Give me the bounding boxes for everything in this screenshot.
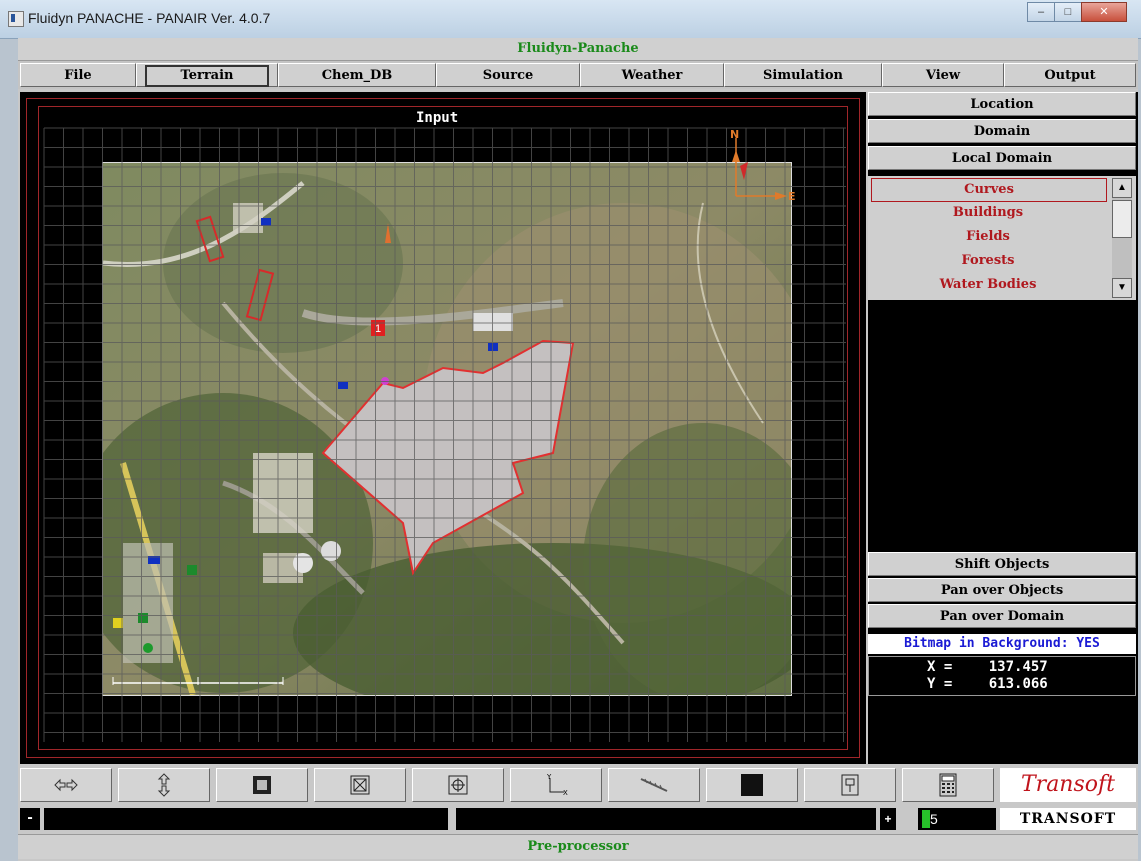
menu-output-label: Output	[1044, 68, 1096, 83]
menu-file-label: File	[64, 68, 92, 83]
cursor-coordinates: X = 137.457 Y = 613.066	[868, 656, 1136, 696]
menu-simulation-label: Simulation	[763, 68, 843, 83]
zoom-box-icon[interactable]	[314, 768, 406, 802]
x-value: 137.457	[988, 659, 1048, 675]
map-viewport[interactable]: 1 N E Input	[20, 92, 866, 764]
window-title: Fluidyn PANACHE - PANAIR Ver. 4.0.7	[28, 10, 271, 26]
app-title: Fluidyn-Panache	[18, 38, 1138, 61]
zoom-arrows-icon[interactable]	[118, 768, 210, 802]
list-item-forests[interactable]: Forests	[868, 250, 1108, 272]
menu-view[interactable]: View	[882, 63, 1004, 87]
fit-view-icon[interactable]	[216, 768, 308, 802]
menu-simulation[interactable]: Simulation	[724, 63, 882, 87]
scroll-thumb[interactable]	[1112, 200, 1132, 238]
compass-e-label: E	[788, 190, 796, 203]
menu-source-label: Source	[482, 68, 534, 83]
scroll-down-icon[interactable]: ▼	[1112, 278, 1132, 298]
domain-button[interactable]: Domain	[868, 119, 1136, 143]
list-item-buildings[interactable]: Buildings	[868, 202, 1108, 224]
shift-objects-button[interactable]: Shift Objects	[868, 552, 1136, 576]
minimize-icon[interactable]: –	[1027, 2, 1055, 22]
fill-black-icon[interactable]	[706, 768, 798, 802]
location-button[interactable]: Location	[868, 92, 1136, 116]
bottom-toolbar: YX Transoft	[18, 766, 1138, 804]
menu-terrain-label: Terrain	[144, 65, 270, 87]
svg-text:X: X	[563, 789, 568, 796]
list-item-water-bodies[interactable]: Water Bodies	[868, 274, 1108, 296]
y-value: 613.066	[988, 676, 1048, 692]
menu-source[interactable]: Source	[436, 63, 580, 87]
menu-file[interactable]: File	[20, 63, 136, 87]
window-controls: – □ ✕	[1027, 2, 1127, 22]
bitmap-background-status: Bitmap in Background: YES	[868, 634, 1136, 654]
compass-n-label: N	[730, 128, 739, 141]
viewport-label: Input	[416, 110, 459, 126]
command-input-right[interactable]	[456, 808, 876, 830]
svg-text:Y: Y	[546, 774, 552, 781]
value-text: 5	[930, 811, 938, 827]
scroll-up-icon[interactable]: ▲	[1112, 178, 1132, 198]
menu-output[interactable]: Output	[1004, 63, 1136, 87]
menu-view-label: View	[925, 68, 961, 83]
x-label: X =	[927, 659, 953, 675]
app-window-icon	[8, 11, 24, 27]
menu-terrain[interactable]: Terrain	[136, 63, 278, 87]
right-panel: Location Domain Local Domain Curves Buil…	[868, 92, 1138, 764]
close-icon[interactable]: ✕	[1081, 2, 1127, 22]
axes-icon[interactable]: YX	[510, 768, 602, 802]
pan-arrows-icon[interactable]	[20, 768, 112, 802]
list-item-curves[interactable]: Curves	[871, 178, 1107, 202]
grid-overlay: N E	[43, 127, 846, 742]
transoft-brand: TRANSOFT	[1000, 808, 1136, 830]
object-type-list[interactable]: Curves Buildings Fields Forests Water Bo…	[868, 176, 1136, 300]
pan-over-domain-button[interactable]: Pan over Domain	[868, 604, 1136, 628]
pan-over-objects-button[interactable]: Pan over Objects	[868, 578, 1136, 602]
list-scrollbar[interactable]: ▲ ▼	[1112, 178, 1132, 298]
ruler-icon[interactable]	[608, 768, 700, 802]
app-window: Fluidyn-Panache File Terrain Chem_DB Sou…	[18, 38, 1138, 861]
center-target-icon[interactable]	[412, 768, 504, 802]
menu-weather-label: Weather	[621, 68, 683, 83]
local-domain-button[interactable]: Local Domain	[868, 146, 1136, 170]
menubar: File Terrain Chem_DB Source Weather Simu…	[18, 61, 1138, 89]
footer-mode: Pre-processor	[18, 834, 1138, 859]
minus-button[interactable]: -	[20, 808, 40, 830]
menu-weather[interactable]: Weather	[580, 63, 724, 87]
menu-chem-db-label: Chem_DB	[321, 68, 393, 83]
plus-button[interactable]: +	[880, 808, 896, 830]
green-indicator	[922, 810, 930, 828]
list-item-fields[interactable]: Fields	[868, 226, 1108, 248]
y-label: Y =	[927, 676, 953, 692]
status-row: - + 5 TRANSOFT	[18, 806, 1138, 832]
value-field[interactable]: 5	[918, 808, 996, 830]
menu-chem-db[interactable]: Chem_DB	[278, 63, 436, 87]
calculator-icon[interactable]	[902, 768, 994, 802]
spray-icon[interactable]	[804, 768, 896, 802]
transoft-logo: Transoft	[1000, 768, 1136, 802]
window-titlebar: Fluidyn PANACHE - PANAIR Ver. 4.0.7 – □ …	[0, 0, 1141, 39]
maximize-icon[interactable]: □	[1054, 2, 1082, 22]
command-input-left[interactable]	[44, 808, 448, 830]
